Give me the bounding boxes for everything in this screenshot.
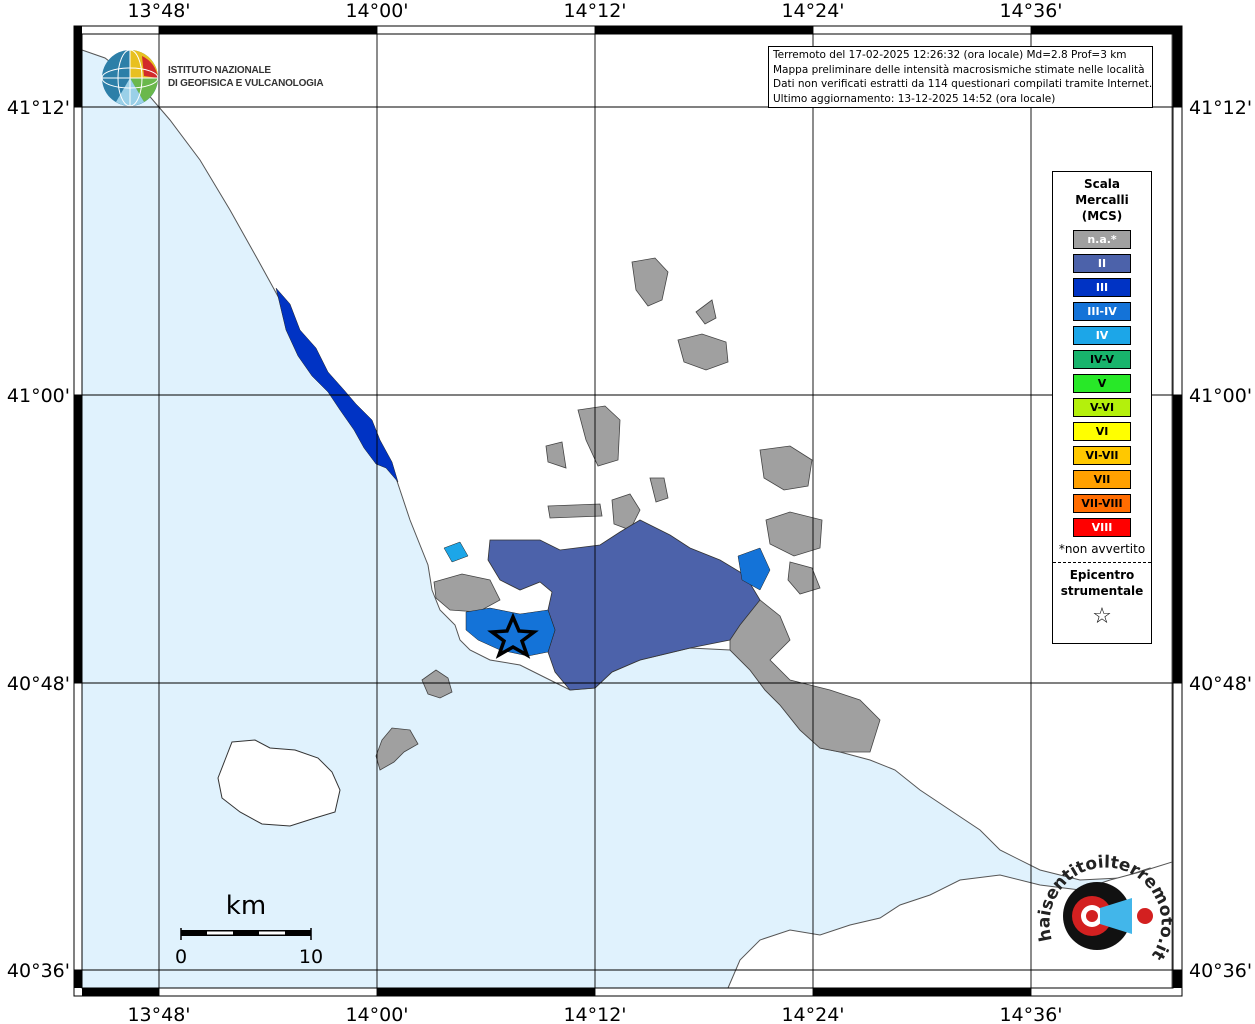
- lon-label-bottom-4: 14°24': [781, 1004, 844, 1024]
- lat-label-left-1: 41°12': [7, 97, 70, 119]
- legend-item-2: III: [1073, 278, 1131, 297]
- legend-item-3: III-IV: [1073, 302, 1131, 321]
- legend-item-11: VII-VIII: [1073, 494, 1131, 513]
- legend-separator: [1053, 562, 1151, 563]
- globe-icon: [101, 49, 159, 107]
- legend-item-5: IV-V: [1073, 350, 1131, 369]
- event-info-line-2: Mappa preliminare delle intensità macros…: [773, 63, 1145, 76]
- legend-item-0: n.a.*: [1073, 230, 1131, 249]
- mcs-legend: Scala Mercalli (MCS) n.a.* II III III-IV IV I…: [1052, 171, 1152, 644]
- lon-label-bottom-3: 14°12': [563, 1004, 626, 1024]
- legend-item-1: II: [1073, 254, 1131, 273]
- scale-unit: km: [226, 891, 266, 921]
- event-info-box: Terremoto del 17-02-2025 12:26:32 (ora l…: [768, 46, 1153, 108]
- legend-item-7: V-VI: [1073, 398, 1131, 417]
- lat-label-left-4: 40°36': [7, 960, 70, 982]
- legend-items: n.a.* II III III-IV IV IV-V V V-VI VI VI-VII VII VI…: [1053, 230, 1151, 537]
- lat-label-left-3: 40°48': [7, 673, 70, 695]
- legend-note: *non avvertito: [1058, 542, 1146, 556]
- lat-label-right-3: 40°48': [1189, 673, 1252, 695]
- event-info-line-4: Ultimo aggiornamento: 13-12-2025 14:52 (…: [773, 92, 1056, 105]
- legend-star-icon: ☆: [1092, 604, 1112, 629]
- legend-epicenter-label: Epicentro strumentale: [1060, 568, 1144, 598]
- lon-label-top-3: 14°12': [563, 0, 626, 22]
- lon-label-bottom-1: 13°48': [127, 1004, 190, 1024]
- lat-label-right-1: 41°12': [1189, 97, 1252, 119]
- legend-title: Scala Mercalli (MCS): [1075, 177, 1129, 223]
- lat-label-left-2: 41°00': [7, 385, 70, 407]
- lat-label-right-4: 40°36': [1189, 960, 1252, 982]
- legend-item-8: VI: [1073, 422, 1131, 441]
- legend-item-12: VIII: [1073, 518, 1131, 537]
- event-info-line-3: Dati non verificati estratti da 114 ques…: [773, 78, 1153, 90]
- lon-label-top-1: 13°48': [127, 0, 190, 22]
- gray-area-mid-1: [547, 503, 603, 519]
- lon-label-bottom-2: 14°00': [345, 1004, 408, 1024]
- scale-max: 10: [299, 946, 323, 968]
- lon-label-bottom-5: 14°36': [999, 1004, 1062, 1024]
- lon-label-top-5: 14°36': [999, 0, 1062, 22]
- lon-label-top-4: 14°24': [781, 0, 844, 22]
- legend-item-10: VII: [1073, 470, 1131, 489]
- event-info-line-1: Terremoto del 17-02-2025 12:26:32 (ora l…: [773, 49, 1127, 61]
- lon-label-top-2: 14°00': [345, 0, 408, 22]
- legend-item-6: V: [1073, 374, 1131, 393]
- legend-item-9: VI-VII: [1073, 446, 1131, 465]
- lat-label-right-2: 41°00': [1189, 385, 1252, 407]
- scale-min: 0: [175, 946, 187, 968]
- legend-item-4: IV: [1073, 326, 1131, 345]
- institute-name: ISTITUTO NAZIONALE DI GEOFISICA E VULCAN…: [168, 65, 324, 89]
